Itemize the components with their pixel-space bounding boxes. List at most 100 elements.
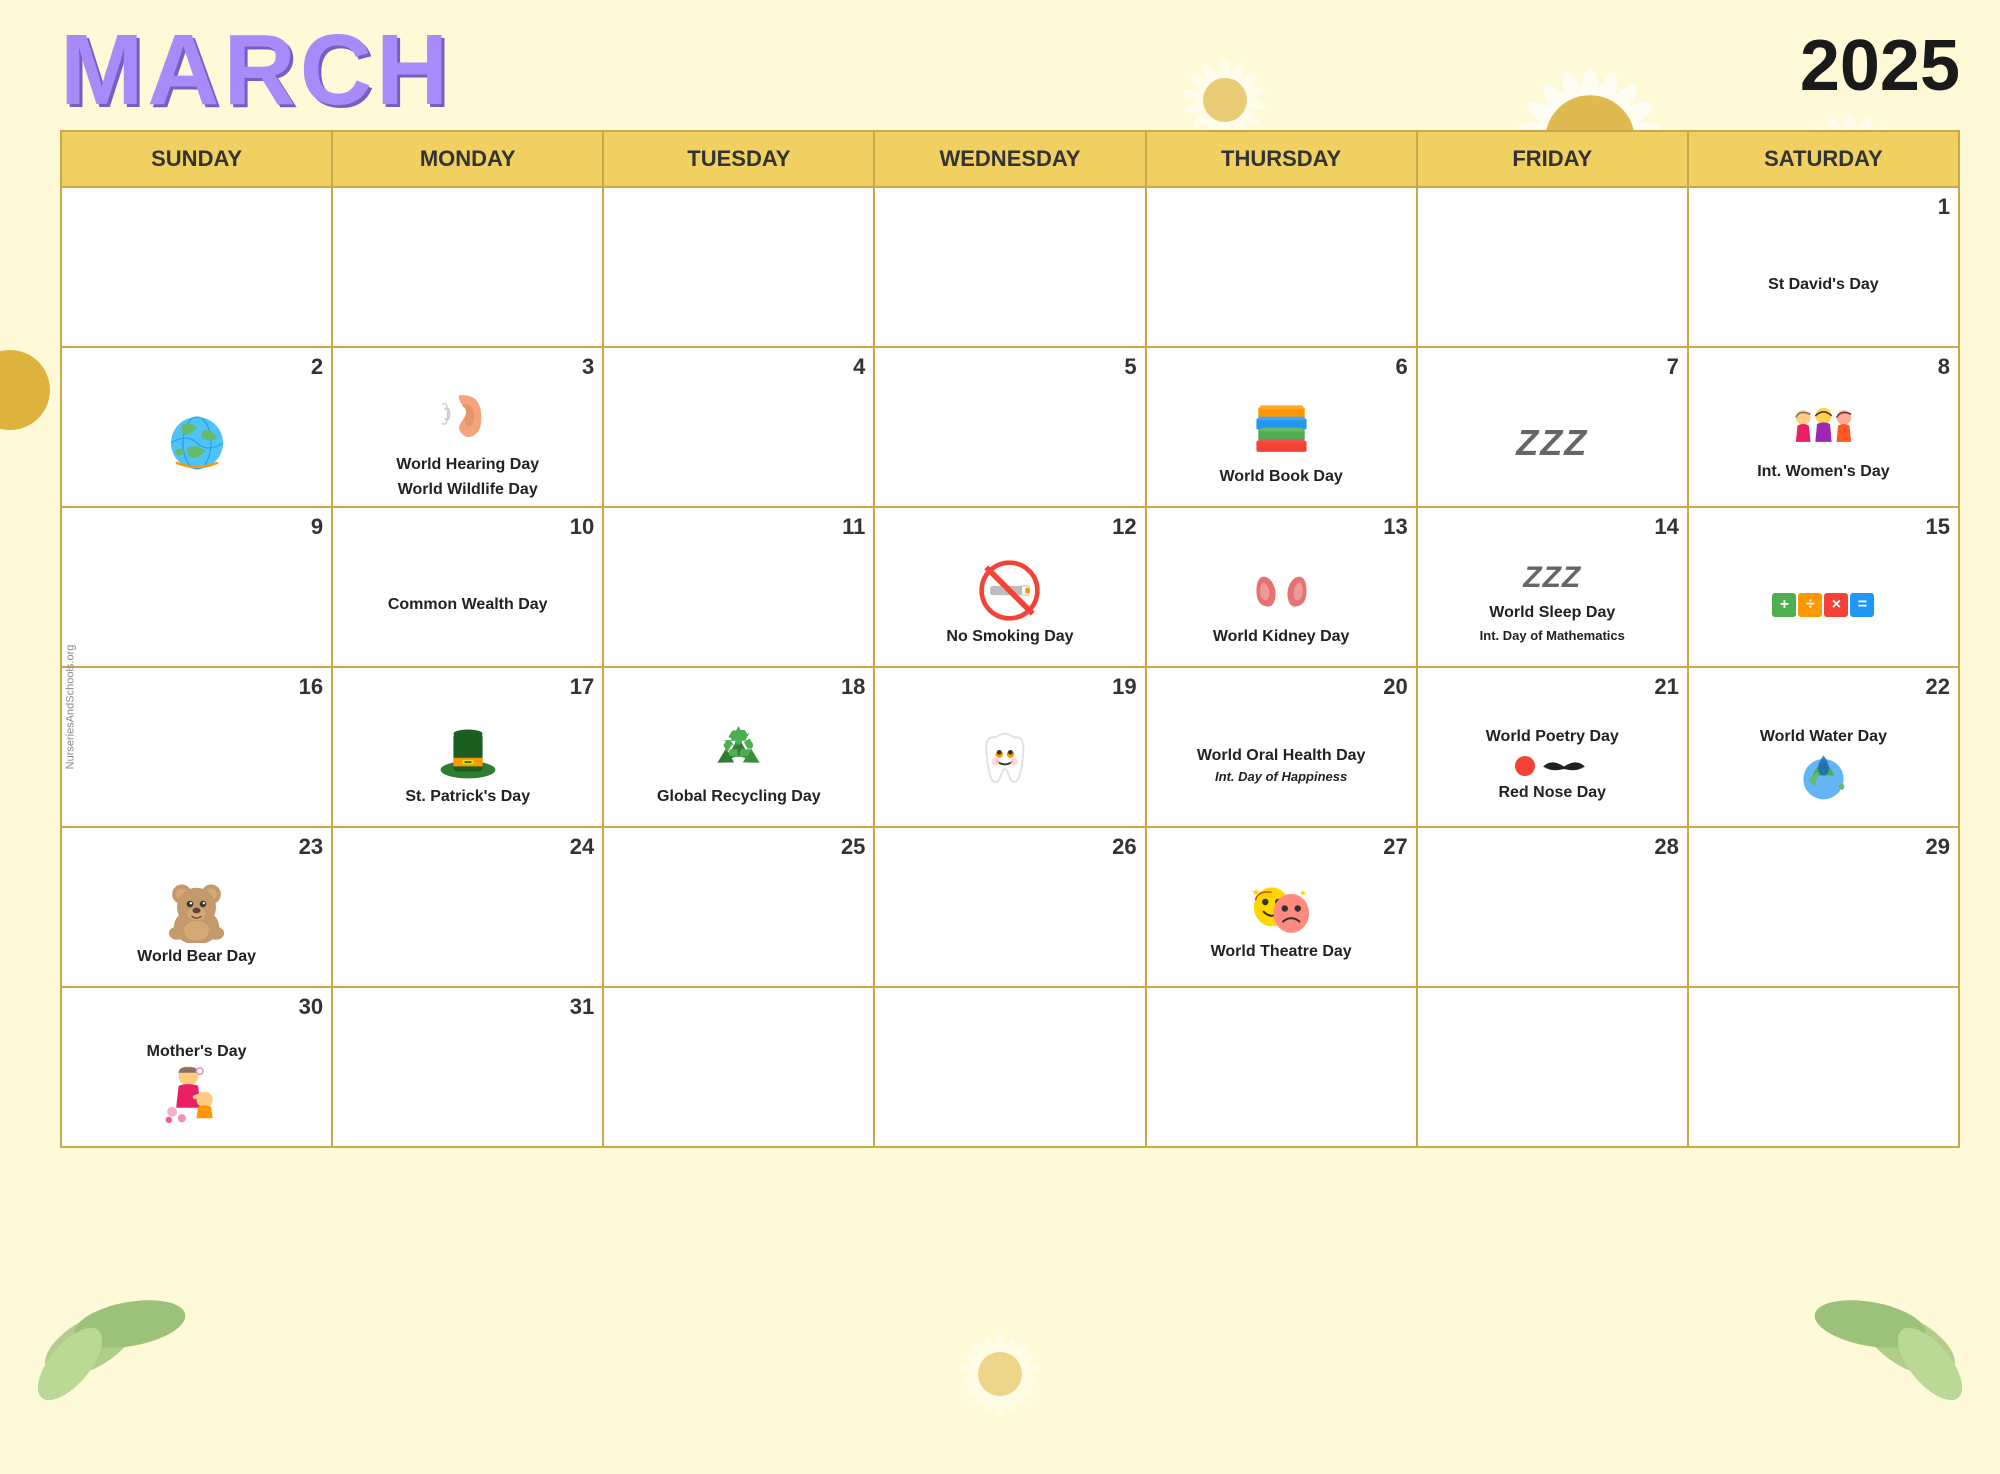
svg-text:★: ★ [1299,889,1306,898]
col-friday: FRIDAY [1417,131,1688,187]
day-27-content: ★ ★ World Theatre Day [1155,864,1408,982]
mustache-icon [1539,754,1589,779]
date-number: 14 [1426,514,1679,540]
day-20: 20 World Oral Health Day Int. Day of Hap… [1146,667,1417,827]
math-icons: + ÷ × = [1772,593,1874,617]
svg-text:★: ★ [1251,888,1260,899]
date-number: 8 [1697,354,1950,380]
page-content: MARCH 2025 SUNDAY MONDAY TUESDAY WEDNESD… [0,0,2000,1168]
day-23-content: World Bear Day [70,864,323,982]
calendar-header-row: SUNDAY MONDAY TUESDAY WEDNESDAY THURSDAY… [61,131,1959,187]
calendar-table: SUNDAY MONDAY TUESDAY WEDNESDAY THURSDAY… [60,130,1960,1148]
day-26: 26 [874,827,1145,987]
col-tuesday: TUESDAY [603,131,874,187]
event-rednose: Red Nose Day [1498,783,1606,804]
day-2-content [70,384,323,502]
day-empty-2 [332,187,603,347]
day-empty-w6-3 [874,987,1145,1147]
day-13: 13 World Kidney Day [1146,507,1417,667]
day-25: 25 [603,827,874,987]
date-number: 19 [883,674,1136,700]
event-no-smoking: No Smoking Day [946,627,1073,648]
event-world-kidney: World Kidney Day [1213,627,1350,648]
event-world-bear: World Bear Day [137,947,256,968]
day-31: 31 [332,987,603,1147]
day-1: 1 St David's Day [1688,187,1959,347]
date-number: 20 [1155,674,1408,700]
week-row-6: 30 Mother's Day [61,987,1959,1147]
date-number: 5 [883,354,1136,380]
tooth-icon [977,728,1042,798]
stpatrick-hat-icon [438,718,498,783]
day-3-content: World Hearing Day World Wildlife Day [341,384,594,502]
date-number: 24 [341,834,594,860]
day-17: 17 [332,667,603,827]
year-title: 2025 [1800,20,1960,102]
week-row-2: 2 [61,347,1959,507]
date-number: 15 [1697,514,1950,540]
day-10-content: Common Wealth Day [341,544,594,662]
date-number: 12 [883,514,1136,540]
week-row-4: 16 17 [61,667,1959,827]
day-5: 5 [874,347,1145,507]
day-empty-3 [603,187,874,347]
zzz-icon: ZZZ [1516,422,1588,464]
day-7-content: ZZZ [1426,384,1679,502]
day-15-content: + ÷ × = [1697,544,1950,662]
event-int-women: Int. Women's Day [1757,462,1889,483]
kidney-icon [1249,558,1314,623]
date-number: 21 [1426,674,1679,700]
date-number: 11 [612,514,865,540]
day-18: 18 ♻ Global Recycli [603,667,874,827]
day-22-content: World Water Day [1697,704,1950,822]
divide-icon: ÷ [1798,593,1822,617]
date-number: 26 [883,834,1136,860]
event-oral-health: World Oral Health Day [1197,746,1366,767]
day-12-content: No Smoking Day [883,544,1136,662]
day-17-content: St. Patrick's Day [341,704,594,822]
date-number: 2 [70,354,323,380]
day-16: 16 [61,667,332,827]
day-12: 12 No Smoking Day [874,507,1145,667]
date-number: 3 [341,354,594,380]
event-global-recycling: Global Recycling Day [657,787,821,808]
day-30: 30 Mother's Day [61,987,332,1147]
day-16-content [70,704,323,822]
event-st-patricks: St. Patrick's Day [405,787,530,808]
event-world-water: World Water Day [1760,727,1887,748]
no-smoking-icon [977,558,1042,623]
date-number: 29 [1697,834,1950,860]
day-24: 24 [332,827,603,987]
day-empty-1 [61,187,332,347]
day-7: 7 ZZZ [1417,347,1688,507]
date-number: 7 [1426,354,1679,380]
date-number: 22 [1697,674,1950,700]
date-number: 25 [612,834,865,860]
day-27: 27 [1146,827,1417,987]
date-number: 13 [1155,514,1408,540]
date-number: 31 [341,994,594,1020]
date-number: 18 [612,674,865,700]
week-row-3: 9 10 Common Wealth Day 11 12 [61,507,1959,667]
day-23: 23 [61,827,332,987]
event-happiness: Int. Day of Happiness [1215,769,1347,785]
week-row-1: 1 St David's Day [61,187,1959,347]
day-18-content: ♻ Global Recycling Day [612,704,865,822]
day-21-content: World Poetry Day Red Nose Day [1426,704,1679,822]
event-world-poetry: World Poetry Day [1486,727,1619,748]
rednose-content [1515,754,1589,779]
date-number: 4 [612,354,865,380]
event-mothers-day: Mother's Day [147,1042,247,1063]
day-empty-6 [1417,187,1688,347]
books-icon [1249,398,1314,463]
water-icon [1796,748,1851,803]
day-14-content: ZZZ World Sleep Day Int. Day of Mathemat… [1426,544,1679,662]
event-world-theatre: World Theatre Day [1211,942,1352,963]
date-number: 16 [70,674,323,700]
rednose-icon [1515,756,1535,776]
plus-icon: + [1772,593,1796,617]
day-1-content: St David's Day [1697,224,1950,342]
day-30-content: Mother's Day [70,1024,323,1142]
women-icon [1791,403,1856,458]
date-number: 23 [70,834,323,860]
